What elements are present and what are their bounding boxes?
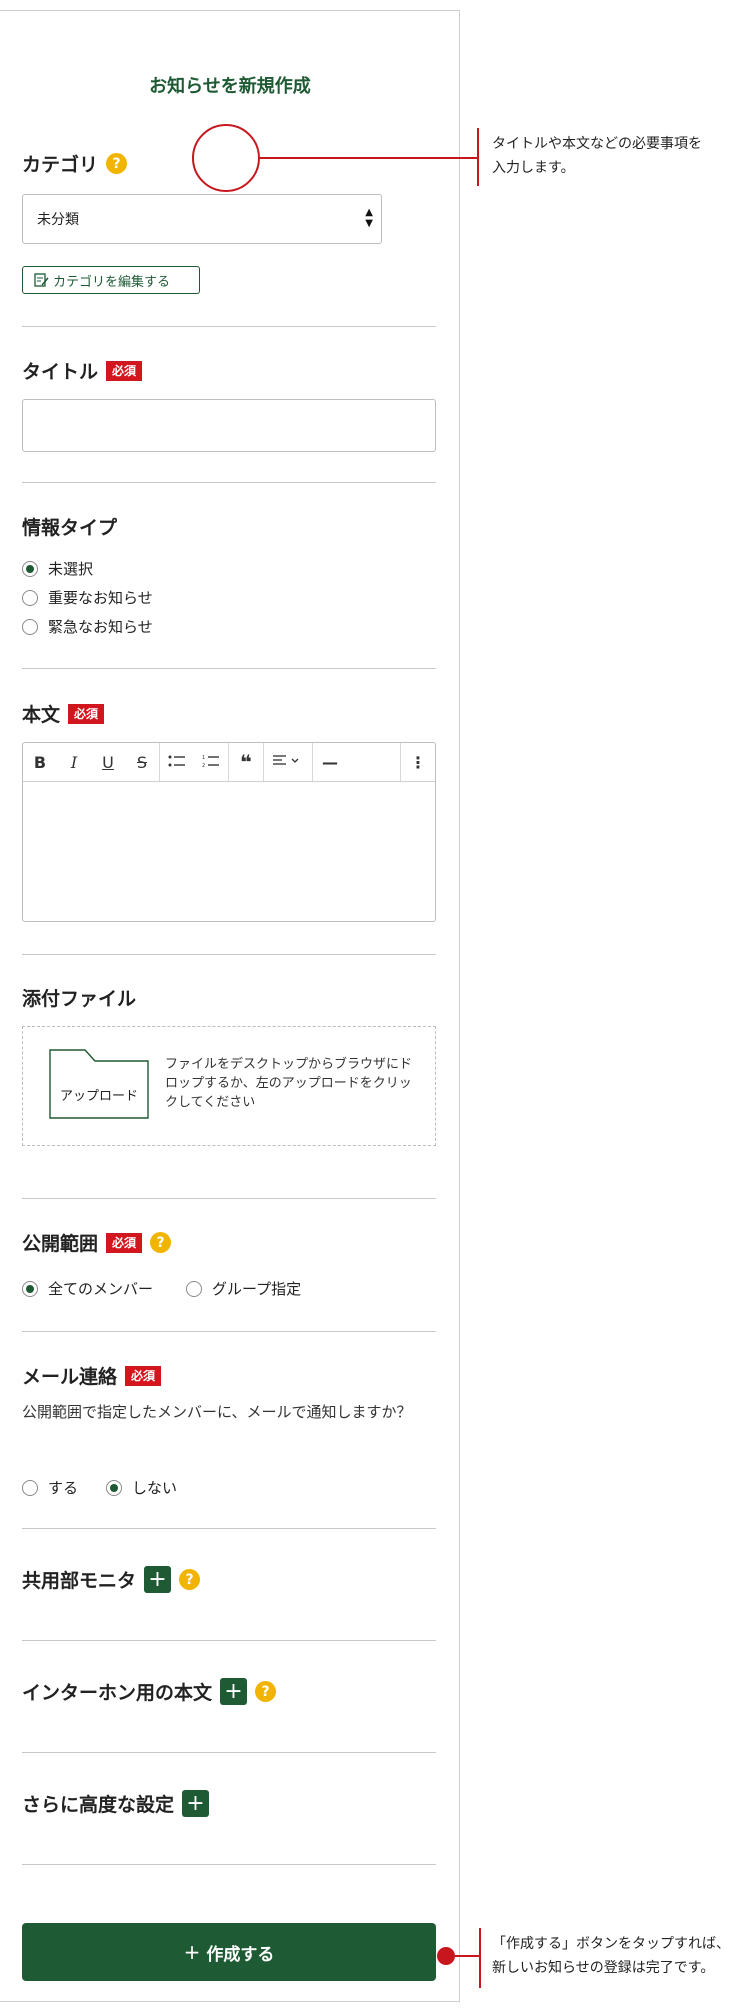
intercom-row: インターホン用の本文 + ? bbox=[22, 1678, 277, 1705]
category-select[interactable]: 未分類 ▲ ▼ bbox=[22, 194, 382, 244]
edit-note-icon bbox=[34, 273, 49, 287]
mail-option[interactable]: する bbox=[22, 1477, 78, 1498]
required-badge: 必須 bbox=[106, 1232, 143, 1253]
radio-unchecked-icon[interactable] bbox=[22, 618, 38, 635]
attachment-label: 添付ファイル bbox=[22, 988, 137, 1010]
divider bbox=[22, 1331, 436, 1332]
mail-option-label: しない bbox=[132, 1479, 178, 1497]
category-selected-value: 未分類 bbox=[37, 212, 79, 228]
radio-checked-icon[interactable] bbox=[22, 1280, 38, 1297]
advanced-label: さらに高度な設定 bbox=[22, 1794, 175, 1816]
add-intercom-button[interactable]: + bbox=[220, 1678, 248, 1705]
scope-option-label: グループ指定 bbox=[212, 1280, 302, 1298]
body-label: 本文 bbox=[22, 704, 61, 726]
divider bbox=[22, 1528, 436, 1529]
divider bbox=[22, 1198, 436, 1199]
scope-option[interactable]: 全てのメンバー bbox=[22, 1278, 153, 1299]
radio-checked-icon[interactable] bbox=[22, 560, 38, 577]
mail-label: メール連絡 bbox=[22, 1366, 118, 1388]
scope-label-row: 公開範囲 必須 ? bbox=[22, 1229, 172, 1256]
drop-hint: ファイルをデスクトップからブラウザにドロップするか、左のアップロードをクリックし… bbox=[165, 1057, 413, 1110]
mail-option-label: する bbox=[48, 1479, 79, 1497]
strikethrough-icon[interactable]: S bbox=[125, 753, 159, 772]
mail-description: 公開範囲で指定したメンバーに、メールで通知しますか？ bbox=[22, 1403, 412, 1421]
select-arrows-icon: ▲ ▼ bbox=[365, 207, 373, 229]
radio-unchecked-icon[interactable] bbox=[22, 1479, 38, 1496]
mail-option[interactable]: しない bbox=[106, 1477, 177, 1498]
required-badge: 必須 bbox=[125, 1365, 162, 1386]
info-type-option[interactable]: 緊急なお知らせ bbox=[22, 616, 153, 637]
quote-icon[interactable]: ❝ bbox=[229, 750, 263, 774]
radio-unchecked-icon[interactable] bbox=[22, 589, 38, 606]
help-icon[interactable]: ? bbox=[106, 153, 128, 174]
shared-monitor-row: 共用部モニタ + ? bbox=[22, 1566, 201, 1593]
title-input[interactable] bbox=[22, 399, 436, 452]
bottom-annotation-line: 「作成する」ボタンをタップすれば、 bbox=[492, 1936, 730, 1952]
top-annotation: タイトルや本文などの必要事項を 入力します。 bbox=[492, 132, 702, 180]
scope-option[interactable]: グループ指定 bbox=[186, 1278, 301, 1299]
advanced-row: さらに高度な設定 + bbox=[22, 1790, 210, 1817]
help-icon[interactable]: ? bbox=[255, 1681, 277, 1702]
edit-category-label: カテゴリを編集する bbox=[53, 274, 171, 290]
scope-label: 公開範囲 bbox=[22, 1233, 99, 1255]
radio-unchecked-icon[interactable] bbox=[186, 1280, 202, 1297]
bottom-annotation-line: 新しいお知らせの登録は完了です。 bbox=[492, 1960, 715, 1976]
info-type-option-label: 緊急なお知らせ bbox=[48, 618, 153, 636]
info-type-option-label: 重要なお知らせ bbox=[48, 589, 153, 607]
intercom-label: インターホン用の本文 bbox=[22, 1682, 213, 1704]
add-shared-monitor-button[interactable]: + bbox=[144, 1566, 172, 1593]
scope-option-label: 全てのメンバー bbox=[48, 1280, 154, 1298]
underline-icon[interactable]: U bbox=[91, 753, 125, 772]
page-title: お知らせを新規作成 bbox=[149, 76, 311, 97]
create-button-label: 作成する bbox=[206, 1944, 275, 1965]
body-label-row: 本文 必須 bbox=[22, 700, 105, 727]
radio-checked-icon[interactable] bbox=[106, 1479, 122, 1496]
bullet-list-icon[interactable] bbox=[160, 753, 194, 772]
required-badge: 必須 bbox=[68, 703, 105, 724]
divider bbox=[22, 1864, 436, 1865]
divider bbox=[22, 1640, 436, 1641]
top-annotation-line: タイトルや本文などの必要事項を bbox=[492, 136, 702, 152]
svg-text:2: 2 bbox=[202, 763, 205, 768]
info-type-label-row: 情報タイプ bbox=[22, 513, 117, 540]
bottom-annotation: 「作成する」ボタンをタップすれば、 新しいお知らせの登録は完了です。 bbox=[492, 1932, 730, 1980]
upload-button[interactable]: アップロード bbox=[49, 1085, 149, 1104]
divider bbox=[22, 326, 436, 327]
edit-category-button[interactable]: カテゴリを編集する bbox=[22, 266, 200, 294]
divider bbox=[22, 954, 436, 955]
more-options-icon[interactable]: ⋮ bbox=[401, 753, 435, 772]
info-type-option[interactable]: 重要なお知らせ bbox=[22, 587, 153, 608]
divider bbox=[22, 1752, 436, 1753]
file-dropzone[interactable]: アップロード ファイルをデスクトップからブラウザにドロップするか、左のアップロー… bbox=[22, 1026, 436, 1146]
horizontal-rule-icon[interactable]: — bbox=[313, 753, 347, 772]
help-icon[interactable]: ? bbox=[150, 1232, 172, 1253]
shared-monitor-label: 共用部モニタ bbox=[22, 1570, 137, 1592]
attachment-label-row: 添付ファイル bbox=[22, 984, 136, 1011]
info-type-option[interactable]: 未選択 bbox=[22, 558, 93, 579]
required-badge: 必須 bbox=[106, 360, 143, 381]
divider bbox=[22, 482, 436, 483]
numbered-list-icon[interactable]: 12 bbox=[194, 753, 228, 772]
top-annotation-line: 入力します。 bbox=[492, 160, 575, 176]
info-type-label: 情報タイプ bbox=[22, 517, 118, 539]
title-label: タイトル bbox=[22, 361, 99, 383]
folder-icon[interactable] bbox=[49, 1049, 149, 1119]
bold-icon[interactable]: B bbox=[23, 753, 57, 772]
category-label-row: カテゴリ ? bbox=[22, 150, 128, 177]
help-icon[interactable]: ? bbox=[179, 1569, 201, 1590]
title-label-row: タイトル 必須 bbox=[22, 357, 143, 384]
info-type-option-label: 未選択 bbox=[48, 560, 94, 578]
body-editor[interactable]: B I U S 12 ❝ — ⋮ bbox=[22, 742, 436, 922]
add-advanced-button[interactable]: + bbox=[182, 1790, 210, 1817]
svg-text:1: 1 bbox=[202, 755, 205, 761]
italic-icon[interactable]: I bbox=[57, 753, 91, 772]
create-button[interactable]: + 作成する bbox=[22, 1923, 436, 1981]
mail-label-row: メール連絡 必須 bbox=[22, 1362, 162, 1389]
plus-icon: + bbox=[183, 1940, 201, 1964]
editor-toolbar: B I U S 12 ❝ — ⋮ bbox=[23, 743, 435, 782]
align-dropdown-icon[interactable] bbox=[264, 753, 312, 772]
divider bbox=[22, 668, 436, 669]
category-label: カテゴリ bbox=[22, 154, 99, 176]
